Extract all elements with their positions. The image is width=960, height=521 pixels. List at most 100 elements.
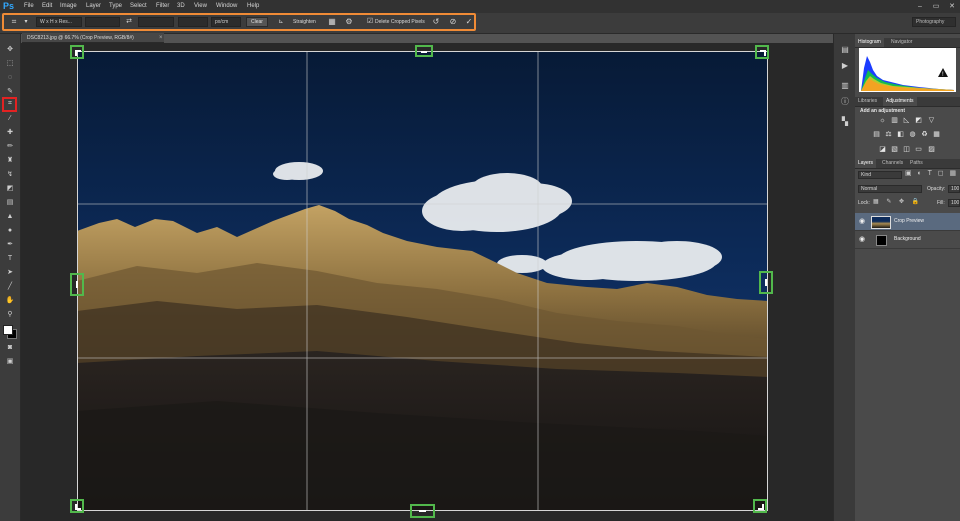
crop-handle-bottom-left[interactable] bbox=[70, 499, 84, 513]
zoom-tool-icon[interactable]: ⚲ bbox=[3, 309, 17, 321]
tab-adjustments[interactable]: Adjustments bbox=[883, 97, 917, 106]
posterize-adjustment-icon[interactable]: ▧ bbox=[890, 145, 899, 154]
exposure-adjustment-icon[interactable]: ◩ bbox=[914, 116, 923, 125]
invert-adjustment-icon[interactable]: ◪ bbox=[878, 145, 887, 154]
crop-handle-top-left[interactable] bbox=[70, 45, 84, 59]
reset-crop-icon[interactable]: ↺ bbox=[430, 16, 442, 28]
crop-handle-top-right[interactable] bbox=[755, 45, 769, 59]
history-panel-icon[interactable]: ▤ bbox=[838, 44, 852, 56]
fill-input[interactable]: 100 bbox=[948, 199, 960, 207]
quick-mask-icon[interactable]: ◙ bbox=[3, 342, 17, 354]
layer-filter-icons[interactable]: ▣ ◐ T ◻ ▦ bbox=[905, 169, 958, 177]
menu-layer[interactable]: Layer bbox=[86, 0, 101, 13]
clone-stamp-tool-icon[interactable]: ♜ bbox=[3, 155, 17, 167]
tab-paths[interactable]: Paths bbox=[907, 159, 926, 168]
gradient-map-adjustment-icon[interactable]: ▭ bbox=[914, 145, 923, 154]
history-brush-tool-icon[interactable]: ↯ bbox=[3, 169, 17, 181]
actions-play-icon[interactable]: ▶ bbox=[838, 60, 852, 72]
lock-icons[interactable]: ▦ ✎ ✥ 🔒 bbox=[873, 198, 922, 205]
tab-navigator[interactable]: Navigator bbox=[888, 38, 915, 47]
height-input[interactable] bbox=[138, 17, 174, 27]
crop-handle-right[interactable] bbox=[759, 271, 773, 294]
delete-cropped-label[interactable]: Delete Cropped Pixels bbox=[375, 17, 425, 27]
brightness-adjustment-icon[interactable]: ☼ bbox=[878, 116, 887, 125]
info-panel-icon[interactable]: ⓘ bbox=[838, 96, 852, 108]
healing-brush-tool-icon[interactable]: ✚ bbox=[3, 127, 17, 139]
layer-row-background[interactable]: ◉ Background bbox=[855, 231, 960, 249]
layer-name[interactable]: Crop Preview bbox=[894, 213, 924, 230]
crop-settings-gear-icon[interactable]: ⚙ bbox=[343, 16, 355, 28]
foreground-color-swatch[interactable] bbox=[3, 325, 13, 335]
menu-window[interactable]: Window bbox=[216, 0, 237, 13]
menu-image[interactable]: Image bbox=[60, 0, 77, 13]
blend-mode-select[interactable]: Normal bbox=[858, 185, 922, 193]
crop-tool-icon[interactable]: ⌗ bbox=[3, 98, 17, 110]
crop-tool-preset-icon[interactable]: ⌗ bbox=[8, 16, 20, 28]
pen-tool-icon[interactable]: ✒ bbox=[3, 239, 17, 251]
menu-filter[interactable]: Filter bbox=[156, 0, 169, 13]
tab-histogram[interactable]: Histogram bbox=[855, 38, 884, 47]
layer-kind-filter[interactable]: Kind bbox=[858, 171, 902, 179]
menu-type[interactable]: Type bbox=[109, 0, 122, 13]
properties-panel-icon[interactable]: ▥ bbox=[838, 80, 852, 92]
crop-handle-left[interactable] bbox=[70, 273, 84, 296]
width-input[interactable] bbox=[85, 17, 120, 27]
blur-tool-icon[interactable]: ▲ bbox=[3, 211, 17, 223]
crop-handle-top[interactable] bbox=[415, 45, 433, 57]
ratio-select[interactable]: W x H x Res... bbox=[36, 17, 82, 27]
screen-mode-icon[interactable]: ▣ bbox=[3, 356, 17, 368]
black-white-adjustment-icon[interactable]: ◧ bbox=[896, 130, 905, 139]
hand-tool-icon[interactable]: ✋ bbox=[3, 295, 17, 307]
hue-saturation-adjustment-icon[interactable]: ▤ bbox=[872, 130, 881, 139]
channel-mixer-adjustment-icon[interactable]: ♻ bbox=[920, 130, 929, 139]
gradient-tool-icon[interactable]: ▤ bbox=[3, 197, 17, 209]
levels-adjustment-icon[interactable]: ▥ bbox=[890, 116, 899, 125]
path-selection-tool-icon[interactable]: ➤ bbox=[3, 267, 17, 279]
tab-libraries[interactable]: Libraries bbox=[855, 97, 880, 106]
crop-handle-bottom-right[interactable] bbox=[753, 499, 767, 513]
curves-adjustment-icon[interactable]: ◺ bbox=[902, 116, 911, 125]
brush-tool-icon[interactable]: ✏ bbox=[3, 141, 17, 153]
menu-view[interactable]: View bbox=[194, 0, 207, 13]
dodge-tool-icon[interactable]: ● bbox=[3, 225, 17, 237]
preset-dropdown-arrow-icon[interactable]: ▾ bbox=[20, 16, 32, 28]
tab-channels[interactable]: Channels bbox=[879, 159, 906, 168]
menu-help[interactable]: Help bbox=[247, 0, 259, 13]
move-tool-icon[interactable]: ✥ bbox=[3, 44, 17, 56]
color-balance-adjustment-icon[interactable]: ⚖ bbox=[884, 130, 893, 139]
menu-edit[interactable]: Edit bbox=[42, 0, 52, 13]
resolution-input[interactable] bbox=[178, 17, 208, 27]
clear-button[interactable]: Clear bbox=[246, 17, 268, 27]
layer-comps-icon[interactable]: ▚ bbox=[838, 116, 852, 128]
straighten-label[interactable]: Straighten bbox=[293, 17, 316, 27]
line-tool-icon[interactable]: ╱ bbox=[3, 281, 17, 293]
threshold-adjustment-icon[interactable]: ◫ bbox=[902, 145, 911, 154]
vibrance-adjustment-icon[interactable]: ▽ bbox=[927, 116, 936, 125]
visibility-eye-icon[interactable]: ◉ bbox=[859, 213, 865, 230]
close-window-button[interactable]: ✕ bbox=[944, 0, 960, 13]
crop-handle-bottom[interactable] bbox=[410, 504, 435, 518]
minimize-button[interactable]: – bbox=[912, 0, 928, 13]
layer-name[interactable]: Background bbox=[894, 231, 921, 248]
photo-canvas[interactable] bbox=[77, 51, 768, 511]
document-tab-close-icon[interactable]: × bbox=[159, 33, 165, 43]
maximize-button[interactable]: ▭ bbox=[928, 0, 944, 13]
eraser-tool-icon[interactable]: ◩ bbox=[3, 183, 17, 195]
straighten-icon[interactable]: ⊾ bbox=[275, 16, 287, 28]
units-select[interactable]: px/cm bbox=[211, 17, 241, 27]
eyedropper-tool-icon[interactable]: ⁄ bbox=[3, 113, 17, 125]
cancel-crop-icon[interactable]: ⊘ bbox=[447, 16, 459, 28]
tab-layers[interactable]: Layers bbox=[855, 159, 877, 168]
color-lookup-adjustment-icon[interactable]: ▦ bbox=[932, 130, 941, 139]
workspace-select[interactable]: Photography bbox=[912, 17, 956, 27]
layer-row-crop-preview[interactable]: ◉ Crop Preview bbox=[855, 213, 960, 231]
menu-file[interactable]: File bbox=[24, 0, 34, 13]
commit-crop-check-icon[interactable]: ✓ bbox=[463, 16, 475, 28]
photo-filter-adjustment-icon[interactable]: ◍ bbox=[908, 130, 917, 139]
menu-select[interactable]: Select bbox=[130, 0, 147, 13]
menu-3d[interactable]: 3D bbox=[177, 0, 185, 13]
swap-dimensions-icon[interactable]: ⇄ bbox=[123, 16, 135, 28]
selective-color-adjustment-icon[interactable]: ▨ bbox=[927, 145, 936, 154]
document-tab[interactable]: DSC8213.jpg @ 66.7% (Crop Preview, RGB/8… bbox=[22, 33, 164, 43]
overlay-grid-icon[interactable]: ▦ bbox=[326, 16, 338, 28]
